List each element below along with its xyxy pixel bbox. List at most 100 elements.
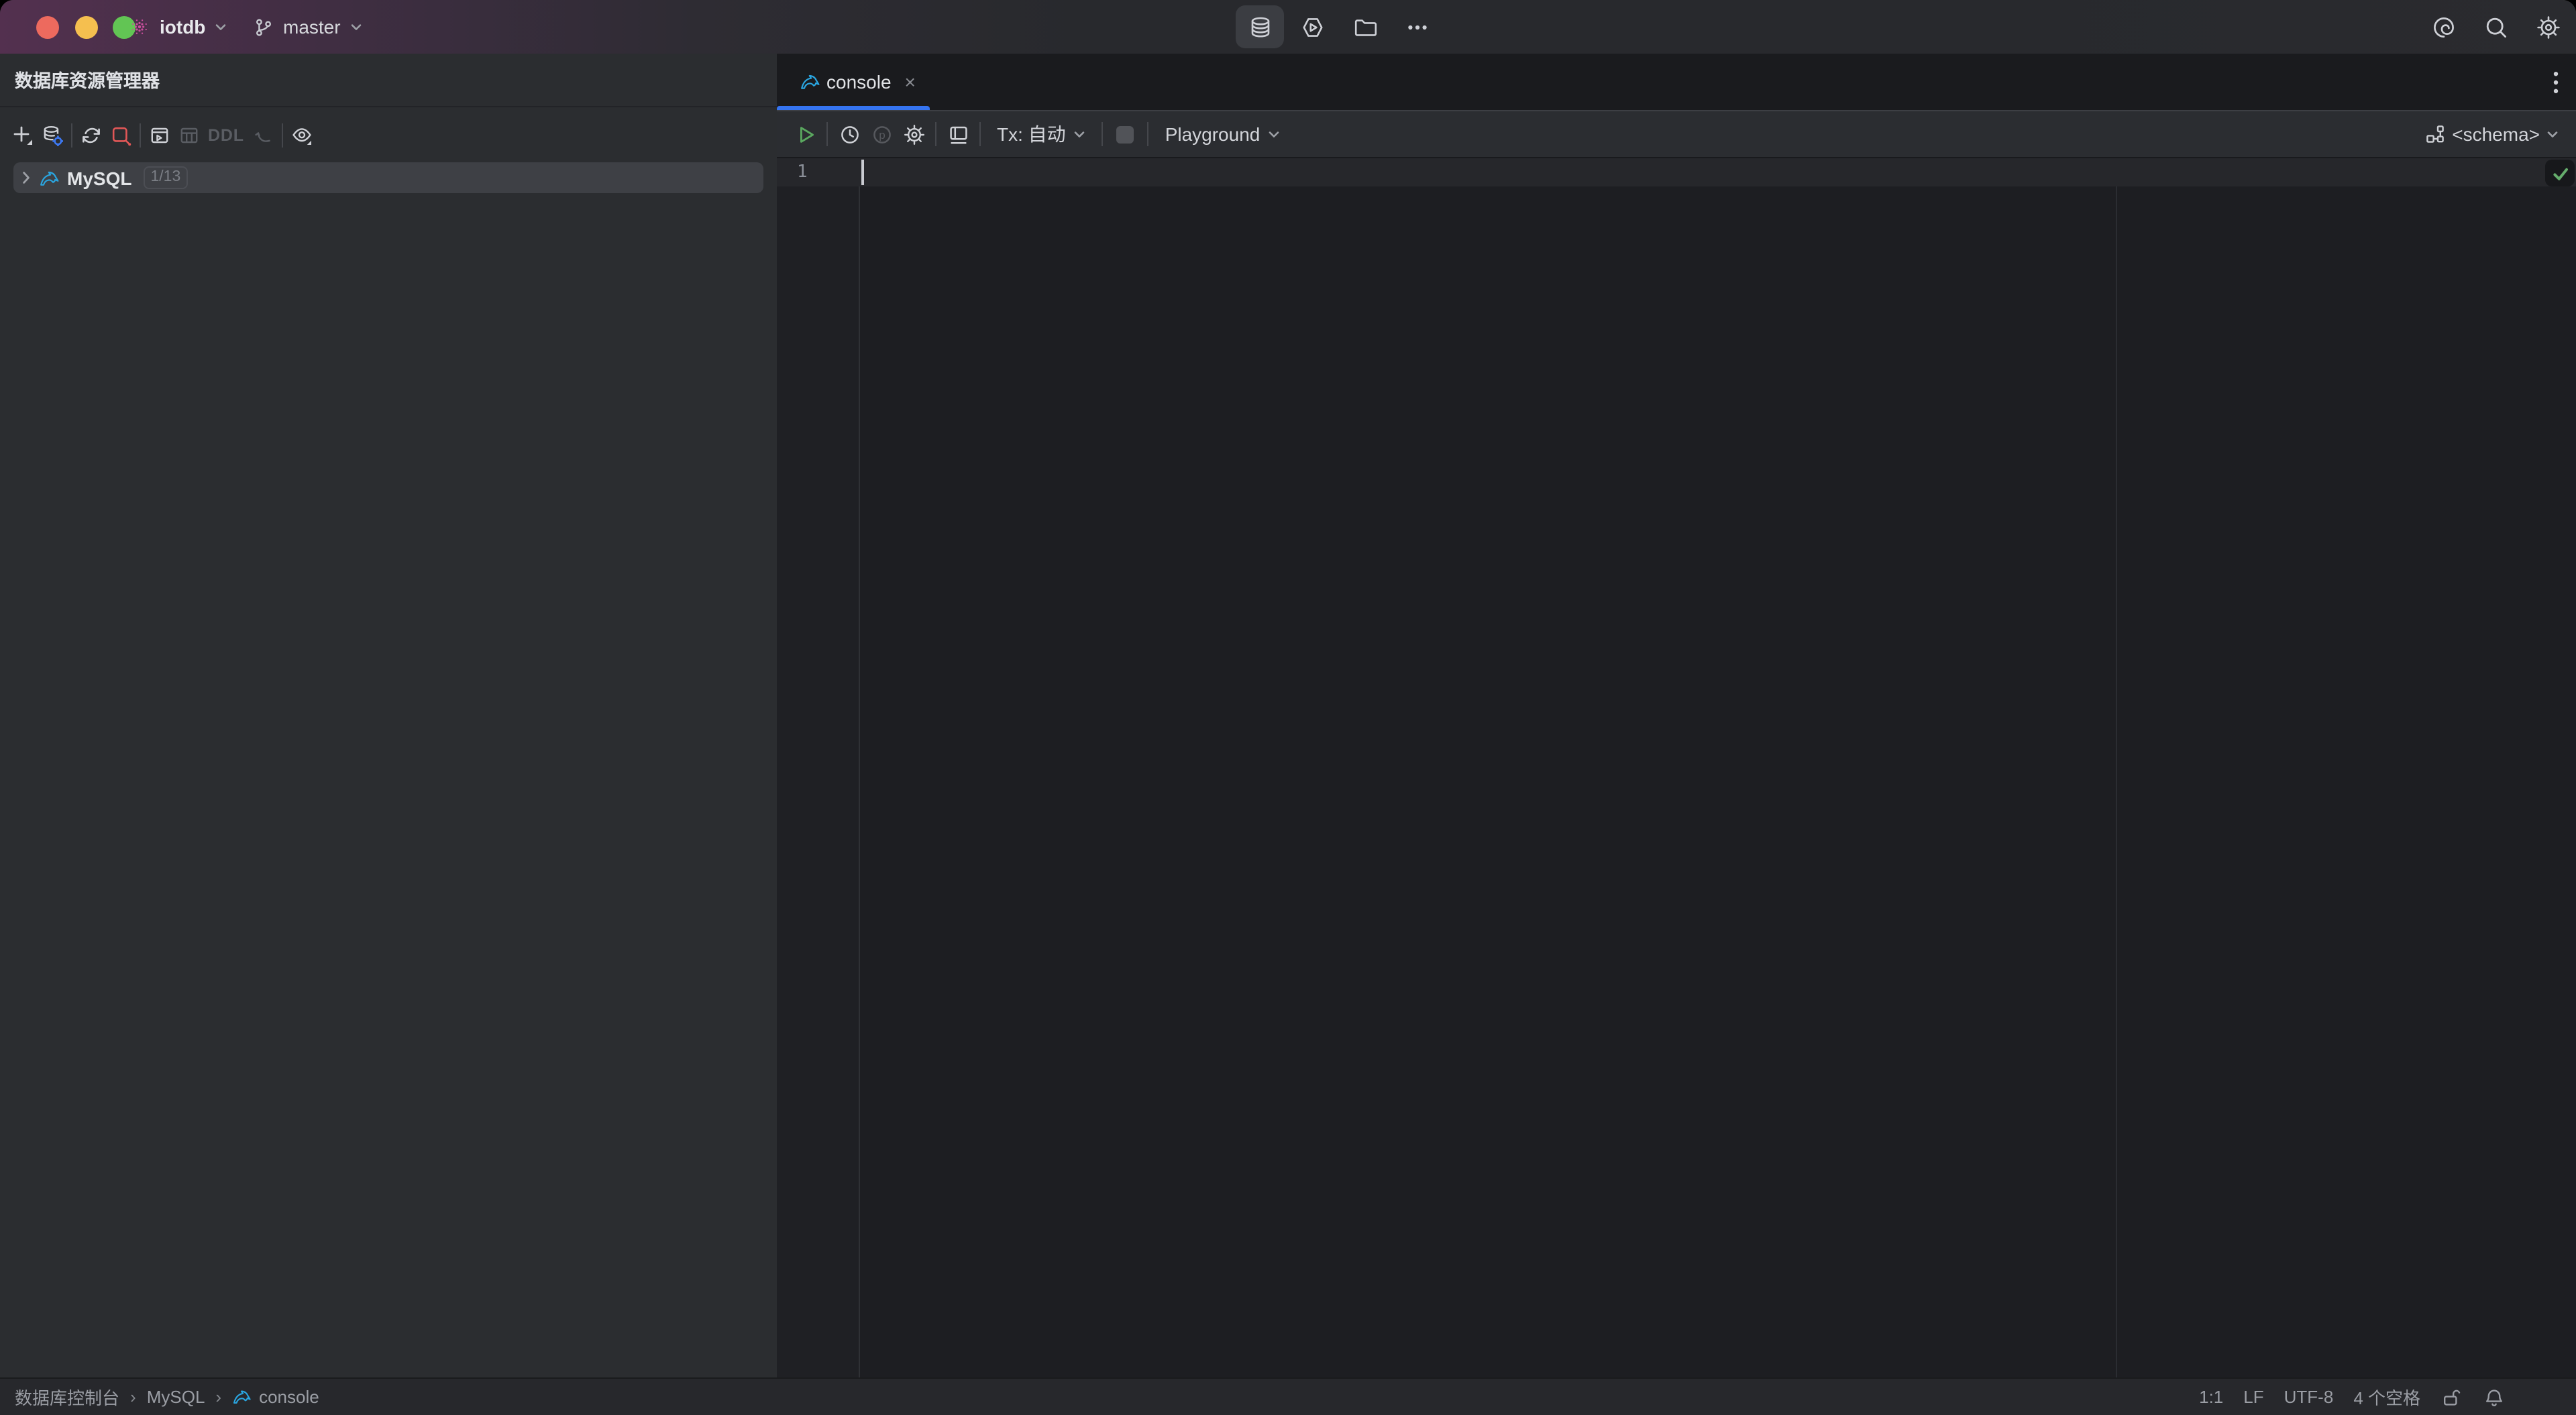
database-tool-button[interactable] <box>1236 5 1284 48</box>
folder-icon <box>1352 14 1377 40</box>
explorer-toolbar: DDL <box>0 107 777 162</box>
project-name: iotdb <box>160 16 205 38</box>
titlebar-right-tools <box>2419 5 2572 48</box>
window-controls <box>36 15 136 38</box>
toolbar-separator <box>1102 122 1104 146</box>
line-ending-widget[interactable]: LF <box>2243 1387 2263 1407</box>
stop-button[interactable] <box>1117 125 1134 143</box>
title-bar: iotdb master <box>0 0 2576 54</box>
toolbar-separator <box>1148 122 1149 146</box>
refresh-icon <box>80 124 102 146</box>
breadcrumb-item[interactable]: MySQL <box>147 1387 205 1407</box>
connection-count-badge: 1/13 <box>144 166 187 189</box>
ellipsis-icon <box>1404 14 1430 40</box>
kebab-menu-icon <box>2553 70 2559 93</box>
git-branch-icon <box>254 17 274 37</box>
disconnect-icon <box>110 124 131 146</box>
mysql-icon <box>800 71 821 93</box>
toolbar-separator <box>935 122 936 146</box>
ai-assistant-button[interactable] <box>2419 5 2467 48</box>
schema-dropdown[interactable]: <schema> <box>2424 123 2559 145</box>
close-window-button[interactable] <box>36 15 59 38</box>
transaction-mode-dropdown[interactable]: Tx: 自动 <box>986 121 1097 148</box>
search-icon <box>2483 14 2508 40</box>
tab-console[interactable]: console × <box>777 54 932 110</box>
tree-item-mysql[interactable]: MySQL 1/13 <box>13 162 763 193</box>
project-widget[interactable]: iotdb <box>129 0 227 54</box>
run-widget-button[interactable] <box>1288 5 1336 48</box>
chevron-down-icon <box>2546 128 2559 140</box>
toolbar-separator <box>826 122 828 146</box>
open-table-button[interactable] <box>174 120 204 150</box>
editor-tab-bar: console × <box>777 54 2576 110</box>
editor-panel: console × <box>777 54 2576 1377</box>
close-tab-icon[interactable]: × <box>905 72 916 91</box>
database-explorer-panel: 数据库资源管理器 <box>0 54 777 1377</box>
encoding-widget[interactable]: UTF-8 <box>2284 1387 2334 1407</box>
current-line-highlight <box>777 158 2576 186</box>
status-bar: 数据库控制台 › MySQL › console 1:1 LF UTF-8 4 … <box>0 1377 2576 1415</box>
mysql-icon <box>232 1387 252 1407</box>
svg-text:p: p <box>878 128 884 141</box>
search-everywhere-button[interactable] <box>2471 5 2520 48</box>
code-editor[interactable]: 1 <box>777 158 2576 1377</box>
schema-icon <box>2424 123 2445 145</box>
unlocked-icon <box>2440 1386 2463 1408</box>
run-icon <box>794 123 816 146</box>
readonly-toggle[interactable] <box>2440 1386 2463 1408</box>
ddl-label: DDL <box>204 125 248 144</box>
table-icon <box>178 124 200 146</box>
vcs-branch-widget[interactable]: master <box>254 0 362 54</box>
in-editor-results-button[interactable] <box>942 118 974 150</box>
parameters-button[interactable]: p <box>865 118 898 150</box>
mysql-icon <box>39 167 60 188</box>
database-icon <box>1247 14 1273 40</box>
playground-dropdown[interactable]: Playground <box>1155 123 1291 145</box>
breadcrumb-item[interactable]: console <box>232 1387 319 1407</box>
chevron-down-icon <box>1268 128 1280 140</box>
settings-button[interactable] <box>2524 5 2572 48</box>
datasource-tree: MySQL 1/13 <box>0 162 777 193</box>
toolbar-separator <box>979 122 981 146</box>
text-caret <box>861 160 864 185</box>
breadcrumb-separator: › <box>215 1387 221 1407</box>
more-tools-button[interactable] <box>1393 5 1441 48</box>
ai-assistant-icon <box>2430 14 2456 40</box>
notifications-button[interactable] <box>2483 1386 2505 1408</box>
run-button[interactable] <box>789 118 821 150</box>
minimize-window-button[interactable] <box>74 15 97 38</box>
view-options-button[interactable] <box>287 120 317 150</box>
branch-name: master <box>283 16 341 38</box>
new-datasource-button[interactable] <box>8 120 38 150</box>
breadcrumb-item[interactable]: 数据库控制台 <box>15 1384 119 1410</box>
status-bar-widgets: 1:1 LF UTF-8 4 个空格 <box>2199 1384 2576 1410</box>
query-console-icon <box>149 124 170 146</box>
jump-to-query-console-button[interactable] <box>145 120 174 150</box>
console-settings-button[interactable] <box>898 118 930 150</box>
navigate-back-button[interactable] <box>248 120 278 150</box>
run-hexagon-icon <box>1299 14 1325 40</box>
toolbar-separator <box>71 123 72 147</box>
indent-widget[interactable]: 4 个空格 <box>2353 1384 2420 1410</box>
project-files-button[interactable] <box>1340 5 1389 48</box>
caret-position-widget[interactable]: 1:1 <box>2199 1387 2223 1407</box>
chevron-right-icon[interactable] <box>19 170 34 185</box>
clock-icon <box>838 123 861 146</box>
transaction-mode-label: Tx: 自动 <box>997 121 1066 148</box>
titlebar-center-tools <box>1236 5 1441 48</box>
inspections-widget[interactable] <box>2545 160 2575 186</box>
navigate-arrow-icon <box>252 124 274 146</box>
tab-options-button[interactable] <box>2553 54 2559 110</box>
breadcrumb-separator: › <box>130 1387 136 1407</box>
refresh-button[interactable] <box>76 120 106 150</box>
hard-wrap-guide <box>2116 158 2117 1377</box>
bell-icon <box>2483 1386 2505 1408</box>
no-problems-check-icon <box>2551 164 2569 182</box>
disconnect-button[interactable] <box>106 120 136 150</box>
plus-icon <box>12 124 34 146</box>
ddl-button[interactable]: DDL <box>204 120 248 150</box>
toolbar-separator <box>282 123 283 147</box>
query-history-button[interactable] <box>833 118 865 150</box>
application-window: iotdb master <box>0 0 2576 1415</box>
data-source-properties-button[interactable] <box>38 120 67 150</box>
